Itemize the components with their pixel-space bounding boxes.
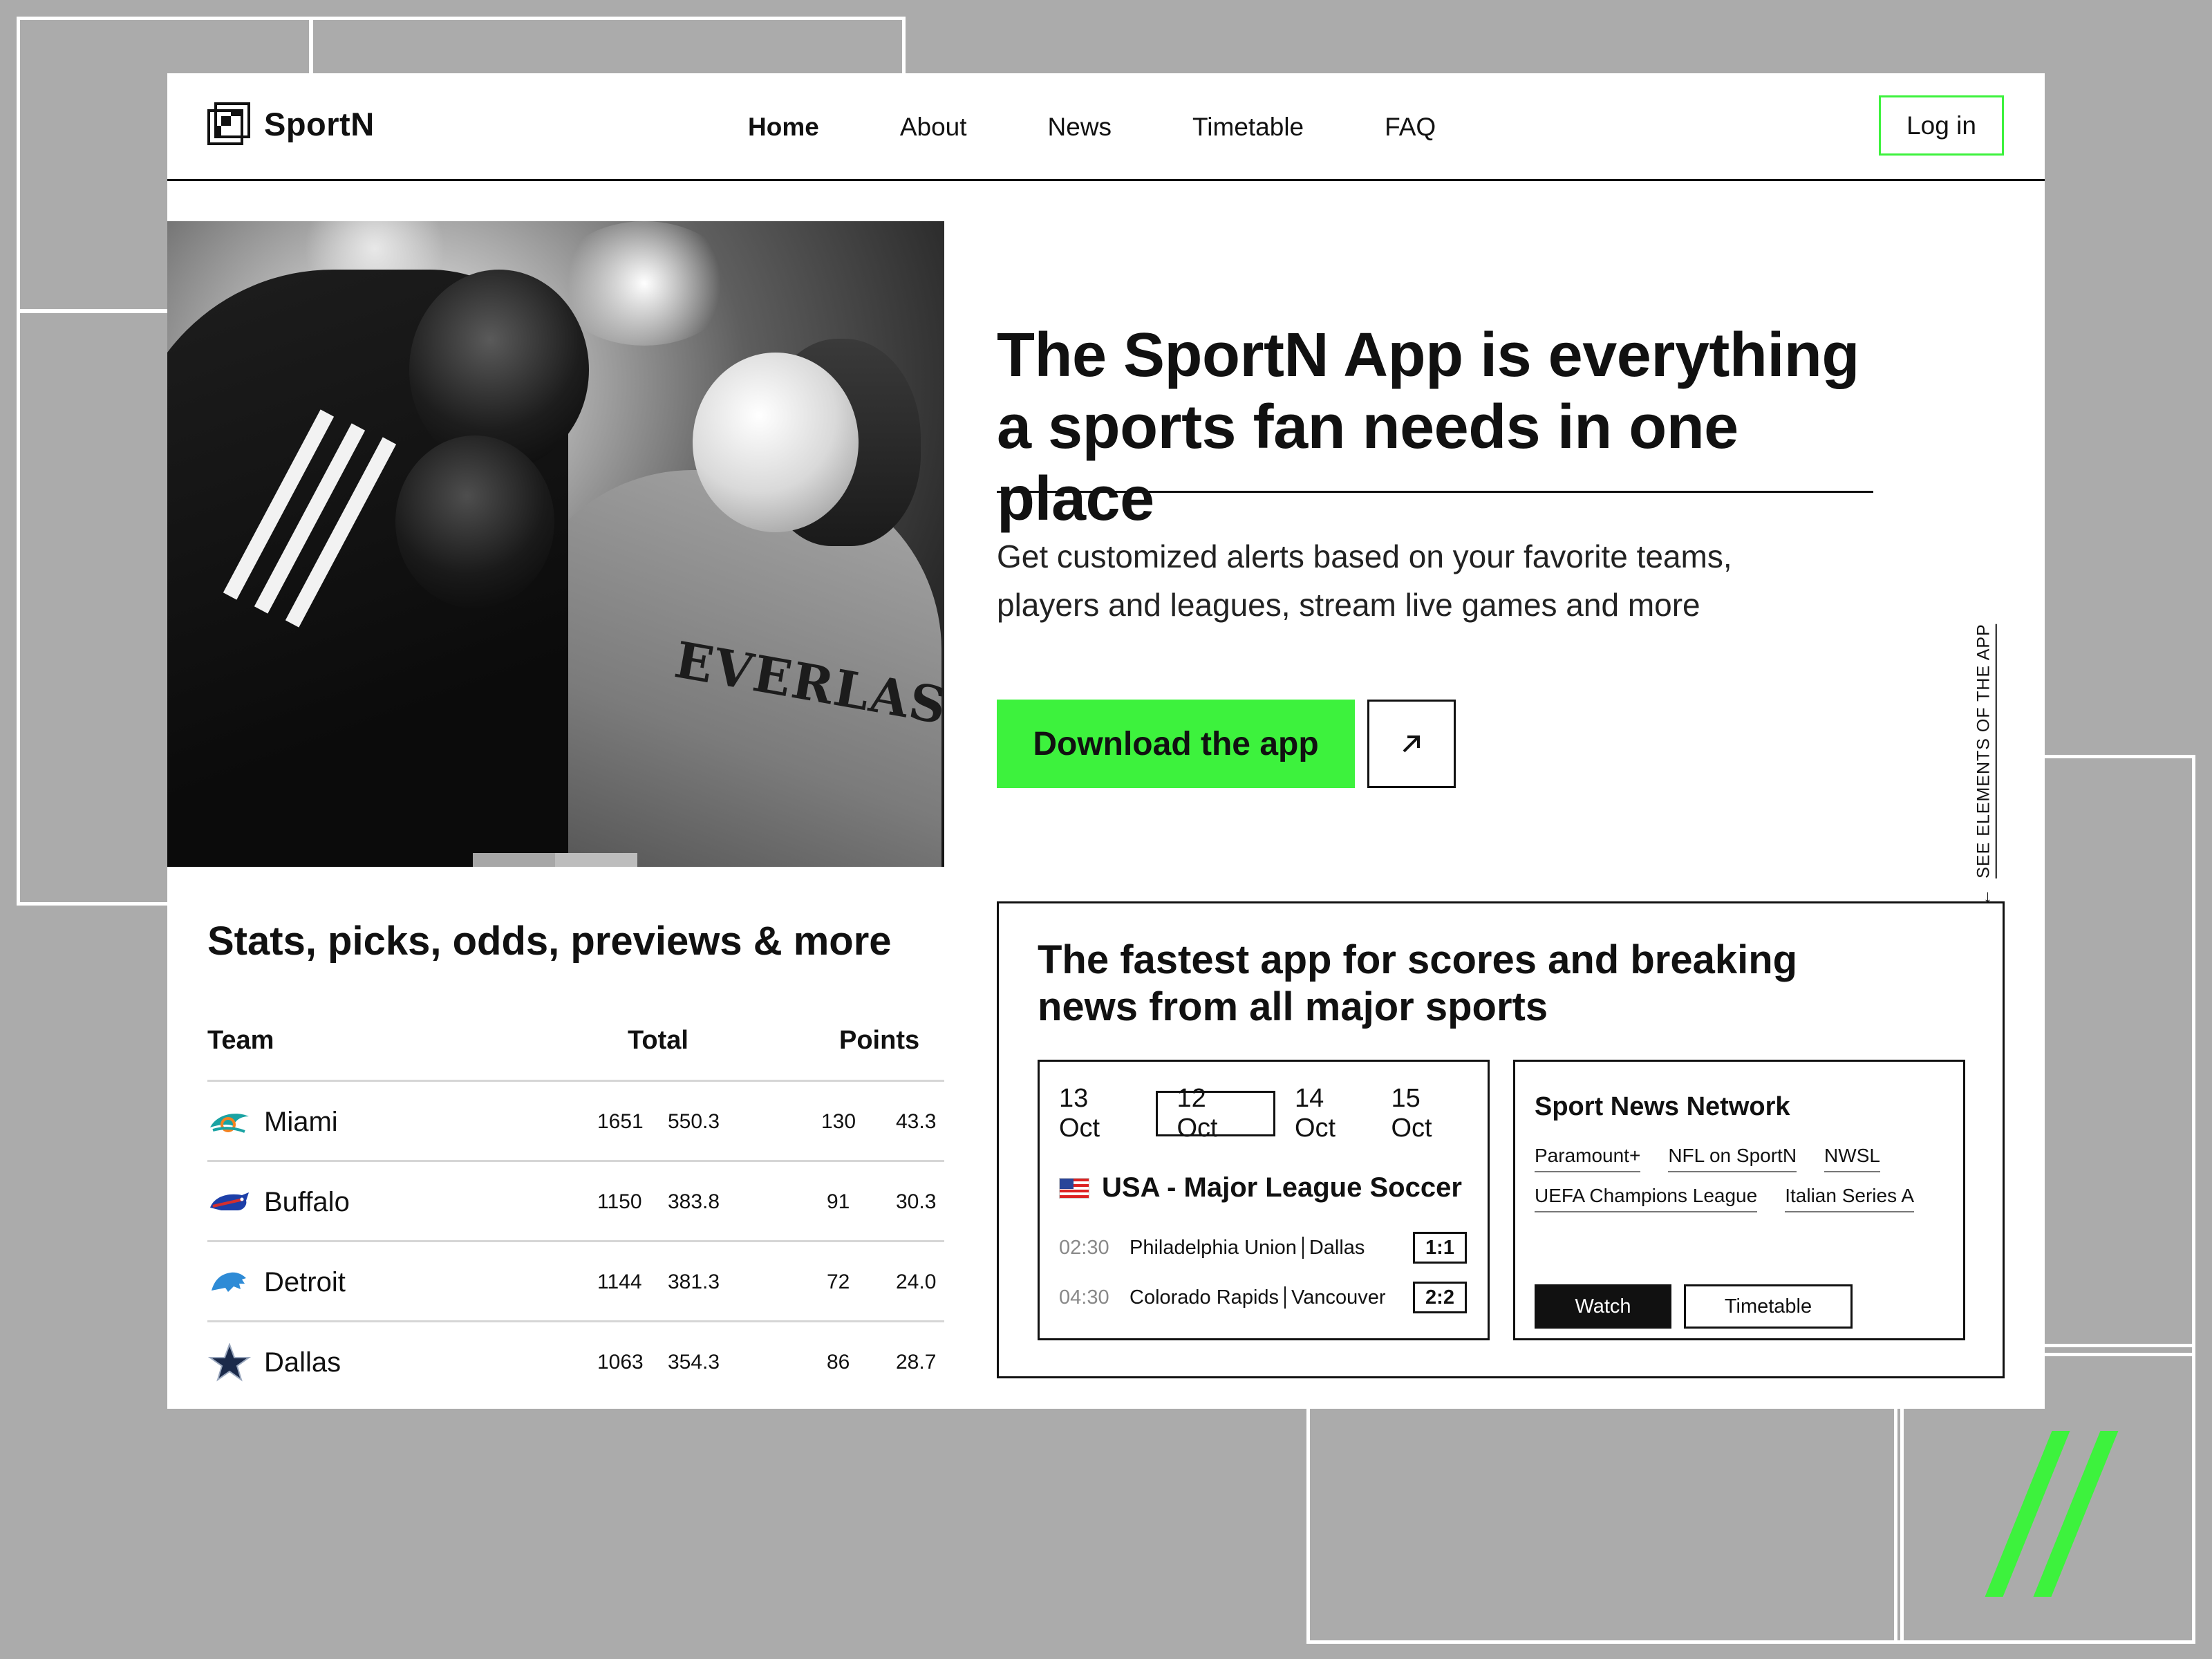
team-name: Buffalo bbox=[264, 1186, 350, 1217]
column-header-team: Team bbox=[207, 1026, 274, 1055]
match-time: 04:30 bbox=[1059, 1286, 1109, 1309]
channel-link[interactable]: NWSL bbox=[1824, 1145, 1880, 1172]
photo-black-glove bbox=[395, 435, 554, 608]
match-score: 2:2 bbox=[1413, 1282, 1467, 1313]
team-separator bbox=[1284, 1286, 1286, 1309]
date-tab[interactable]: 13 Oct bbox=[1059, 1084, 1156, 1143]
stats-title: Stats, picks, odds, previews & more bbox=[207, 919, 892, 964]
total-average: 381.3 bbox=[668, 1271, 720, 1293]
team-name: Detroit bbox=[264, 1266, 346, 1297]
channel-link[interactable]: NFL on SportN bbox=[1668, 1145, 1797, 1172]
brand-name: SportN bbox=[264, 105, 375, 142]
network-title: Sport News Network bbox=[1535, 1092, 1790, 1121]
team-name: Dallas bbox=[264, 1347, 341, 1378]
main-nav: Home About News Timetable FAQ bbox=[748, 73, 1517, 181]
hero-divider bbox=[997, 491, 1873, 493]
hero-boxing-photo: EVERLAST ← → bbox=[167, 221, 944, 867]
total-count: 1651 bbox=[597, 1110, 644, 1133]
points-count: 86 bbox=[827, 1351, 850, 1374]
channel-list: Paramount+ NFL on SportN NWSL UEFA Champ… bbox=[1535, 1145, 1949, 1212]
match-schedule-widget: 13 Oct 12 Oct 14 Oct 15 Oct USA - Major … bbox=[1038, 1060, 1490, 1340]
hero-title: The SportN App is everything a sports fa… bbox=[997, 321, 1859, 534]
date-tab[interactable]: 15 Oct bbox=[1372, 1084, 1488, 1143]
bills-logo-icon bbox=[207, 1184, 252, 1220]
dolphins-logo-icon bbox=[207, 1104, 252, 1140]
download-app-button[interactable]: Download the app bbox=[997, 700, 1355, 788]
nav-timetable[interactable]: Timetable bbox=[1192, 113, 1304, 142]
sportn-logo-icon bbox=[206, 101, 252, 147]
date-tabs: 13 Oct 12 Oct 14 Oct 15 Oct bbox=[1059, 1084, 1488, 1143]
scores-title: The fastest app for scores and breaking … bbox=[1038, 937, 1798, 1029]
photo-white-glove bbox=[693, 353, 859, 532]
see-elements-label: SEE ELEMENTS OF THE APP bbox=[1974, 623, 1997, 879]
total-average: 383.8 bbox=[668, 1190, 720, 1213]
total-average: 550.3 bbox=[668, 1110, 720, 1133]
away-team: Vancouver bbox=[1291, 1286, 1386, 1309]
nav-home[interactable]: Home bbox=[748, 113, 819, 142]
total-count: 1144 bbox=[597, 1271, 642, 1293]
points-count: 72 bbox=[827, 1271, 850, 1293]
channel-link[interactable]: UEFA Champions League bbox=[1535, 1185, 1758, 1212]
away-team: Dallas bbox=[1309, 1236, 1365, 1259]
nav-news[interactable]: News bbox=[1048, 113, 1112, 142]
decorative-frame bbox=[1306, 1403, 1904, 1644]
table-row[interactable]: Miami 1651 550.3 130 43.3 bbox=[207, 1080, 944, 1160]
team-name: Miami bbox=[264, 1106, 338, 1137]
channel-link[interactable]: Italian Series A bbox=[1785, 1185, 1914, 1212]
scores-news-panel: The fastest app for scores and breaking … bbox=[997, 901, 2005, 1378]
watch-button[interactable]: Watch bbox=[1535, 1284, 1671, 1329]
points-count: 130 bbox=[821, 1110, 856, 1133]
lions-logo-icon bbox=[207, 1264, 252, 1300]
total-count: 1150 bbox=[597, 1190, 642, 1213]
total-average: 354.3 bbox=[668, 1351, 720, 1374]
carousel-next-arrow-icon[interactable]: → bbox=[555, 853, 637, 867]
star-logo-icon bbox=[207, 1343, 252, 1382]
home-team: Philadelphia Union bbox=[1130, 1236, 1297, 1259]
carousel-prev-arrow-icon[interactable]: ← bbox=[473, 853, 555, 867]
nav-about[interactable]: About bbox=[900, 113, 967, 142]
table-row[interactable]: Detroit 1144 381.3 72 24.0 bbox=[207, 1240, 944, 1320]
column-header-points: Points bbox=[839, 1026, 920, 1055]
login-button[interactable]: Log in bbox=[1879, 95, 2004, 156]
stats-table-header: Team Total Points bbox=[207, 1026, 944, 1065]
points-average: 30.3 bbox=[896, 1190, 937, 1213]
match-row[interactable]: 04:30 Colorado Rapids Vancouver 2:2 bbox=[1059, 1282, 1467, 1313]
channel-link[interactable]: Paramount+ bbox=[1535, 1145, 1641, 1172]
hero-subtitle: Get customized alerts based on your favo… bbox=[997, 538, 1732, 623]
brand-logo[interactable]: SportN bbox=[206, 101, 375, 147]
news-network-widget: Sport News Network Paramount+ NFL on Spo… bbox=[1513, 1060, 1965, 1340]
landing-page-card: SportN Home About News Timetable FAQ Log… bbox=[167, 73, 2045, 1409]
stats-table: Miami 1651 550.3 130 43.3 Buffalo 1150 3… bbox=[207, 1080, 944, 1400]
nav-faq[interactable]: FAQ bbox=[1385, 113, 1436, 142]
points-average: 24.0 bbox=[896, 1271, 937, 1293]
league-heading: USA - Major League Soccer bbox=[1059, 1172, 1462, 1203]
match-time: 02:30 bbox=[1059, 1236, 1109, 1259]
column-header-total: Total bbox=[628, 1026, 688, 1055]
site-header: SportN Home About News Timetable FAQ Log… bbox=[167, 73, 2045, 181]
timetable-button[interactable]: Timetable bbox=[1684, 1284, 1853, 1329]
match-score: 1:1 bbox=[1413, 1232, 1467, 1264]
match-row[interactable]: 02:30 Philadelphia Union Dallas 1:1 bbox=[1059, 1232, 1467, 1264]
points-average: 28.7 bbox=[896, 1351, 937, 1374]
points-average: 43.3 bbox=[896, 1110, 937, 1133]
date-tab-selected[interactable]: 12 Oct bbox=[1155, 1084, 1275, 1143]
total-count: 1063 bbox=[597, 1351, 644, 1374]
points-count: 91 bbox=[827, 1190, 850, 1213]
table-row[interactable]: Dallas 1063 354.3 86 28.7 bbox=[207, 1320, 944, 1400]
table-row[interactable]: Buffalo 1150 383.8 91 30.3 bbox=[207, 1160, 944, 1240]
team-separator bbox=[1302, 1237, 1304, 1259]
league-name: USA - Major League Soccer bbox=[1102, 1172, 1462, 1203]
decorative-frame bbox=[17, 310, 173, 906]
us-flag-icon bbox=[1059, 1177, 1089, 1199]
external-arrow-icon[interactable] bbox=[1367, 700, 1456, 788]
see-elements-link[interactable]: ← SEE ELEMENTS OF THE APP bbox=[1973, 588, 1998, 941]
date-tab[interactable]: 14 Oct bbox=[1275, 1084, 1372, 1143]
photo-carousel-controls: ← → bbox=[473, 853, 637, 867]
home-team: Colorado Rapids bbox=[1130, 1286, 1280, 1309]
photo-light-glare bbox=[554, 221, 734, 346]
